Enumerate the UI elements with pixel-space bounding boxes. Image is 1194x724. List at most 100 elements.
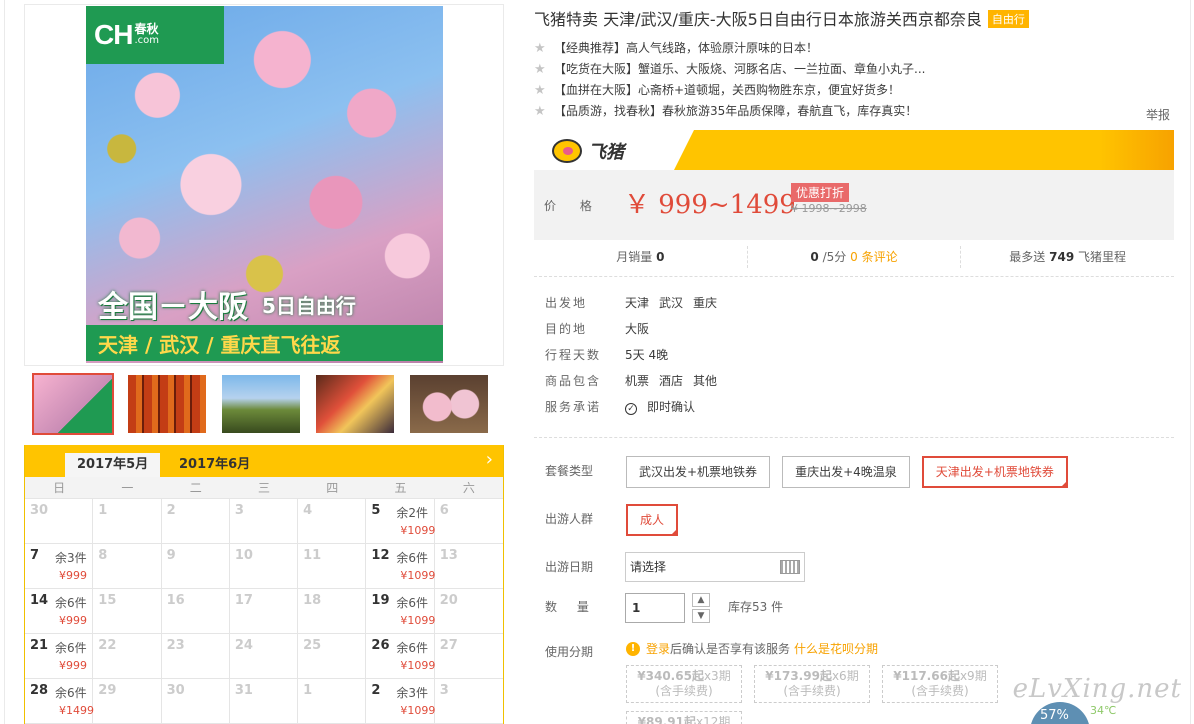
calendar-day: 30: [161, 679, 230, 724]
day-number: 22: [98, 638, 117, 653]
login-link[interactable]: 登录: [646, 640, 670, 657]
day-number: 16: [166, 593, 185, 608]
day-stock: 余6件: [396, 551, 429, 565]
weekday-row: 日一二三四五六: [25, 477, 503, 499]
day-price: ¥1099: [400, 524, 436, 537]
tab-may[interactable]: 2017年5月: [65, 453, 161, 477]
selling-point: ★ 【吃货在大阪】蟹道乐、大阪烧、河豚名店、一兰拉面、章鱼小丸子...: [534, 59, 925, 80]
calendar-day: 27: [434, 634, 503, 679]
thumbnail-2[interactable]: [126, 373, 208, 435]
banner-duration: 5日自由行: [262, 293, 356, 318]
rating: 0 /5分 0 条评论: [746, 246, 961, 268]
package-option-button[interactable]: 武汉出发+机票地铁券: [626, 456, 771, 488]
product-title: 飞猪特卖 天津/武汉/重庆-大阪5日自由行日本旅游关西京都奈良 自由行: [534, 6, 1029, 30]
package-option-button[interactable]: 重庆出发+4晚温泉: [782, 456, 910, 488]
day-number: 30: [166, 683, 185, 698]
miles: 最多送 749 飞猪里程: [960, 246, 1174, 268]
calendar-grid: 30 1 2 3 4 5 余2件 ¥1099 6 7 余3件 ¥999 8 9 10 11 12 余6件 ¥1099…: [25, 499, 503, 724]
price-box: 价 格 ￥ 999~1499 优惠打折 ¥ 1998~2998: [534, 170, 1174, 240]
day-number: 11: [303, 548, 322, 563]
installment-plan[interactable]: ¥117.66起x9期 (含手续费): [882, 665, 998, 703]
day-stock: 余3件: [396, 686, 429, 700]
main-product-image[interactable]: CH 春秋 .com 全国－大阪 5日自由行 天津 / 武汉 / 重庆直飞往返: [86, 6, 443, 363]
stock-count: 库存53 件: [728, 600, 784, 614]
installment-plan[interactable]: ¥173.99起x6期 (含手续费): [754, 665, 870, 703]
weekday-label: 四: [326, 481, 339, 495]
calendar-day[interactable]: 28 余6件 ¥1499: [25, 679, 94, 724]
info-value: 其他: [693, 374, 718, 388]
calendar-day[interactable]: 5 余2件 ¥1099: [366, 499, 436, 544]
info-row: 行程天数 5天 4晚: [545, 342, 727, 368]
day-number: 26: [371, 638, 390, 653]
chevron-right-icon[interactable]: ›: [486, 449, 493, 470]
day-number: 6: [439, 503, 449, 518]
date-label: 出游日期: [545, 560, 594, 574]
day-stock: 余6件: [55, 641, 87, 655]
selling-point: ★ 【品质游，找春秋】春秋旅游35年品质保障，春航直飞，库存真实！: [534, 101, 925, 122]
star-icon: ★: [534, 41, 546, 56]
tab-june[interactable]: 2017年6月: [167, 453, 262, 477]
calendar-day[interactable]: 2 余3件 ¥1099: [366, 679, 435, 724]
traveler-options: 成人: [626, 504, 679, 536]
day-stock: 余2件: [396, 506, 429, 520]
day-number: 9: [166, 548, 176, 563]
divider: [534, 437, 1174, 438]
traveler-adult-button[interactable]: 成人: [626, 504, 679, 536]
day-number: 15: [98, 593, 117, 608]
widget-temp: 34℃: [1090, 704, 1117, 717]
day-number: 1: [98, 503, 108, 518]
weekday-label: 日: [53, 481, 66, 495]
thumbnail-4[interactable]: [314, 373, 396, 435]
page-right-border: [1190, 0, 1191, 724]
quantity-input[interactable]: 1: [625, 593, 685, 623]
star-icon: ★: [534, 83, 546, 98]
quantity-label: 数 量: [545, 600, 597, 614]
info-value: 机票: [625, 374, 650, 388]
day-number: 3: [439, 683, 449, 698]
installment-plan[interactable]: ¥340.65起x3期 (含手续费): [626, 665, 742, 703]
decrement-button[interactable]: ▼: [692, 609, 710, 623]
info-value: 天津: [625, 296, 650, 310]
day-number: 27: [439, 638, 458, 653]
price-calendar: 2017年5月 2017年6月 › 日一二三四五六 30 1 2 3 4 5 余2件 ¥109…: [24, 445, 504, 724]
calendar-day: 3: [229, 499, 299, 544]
reviews-link[interactable]: 0 条评论: [850, 250, 897, 264]
day-number: 19: [371, 593, 390, 608]
traveler-label: 出游人群: [545, 512, 594, 526]
day-number: 21: [30, 638, 49, 653]
watermark: eLvXing.net: [1012, 674, 1182, 704]
huabei-link[interactable]: 什么是花呗分期: [794, 640, 878, 657]
calendar-day: 18: [298, 589, 367, 634]
info-row: 服务承诺 ✓ 即时确认: [545, 394, 727, 420]
calendar-day[interactable]: 21 余6件 ¥999: [25, 634, 94, 679]
thumbnail-5[interactable]: [408, 373, 490, 435]
calendar-day[interactable]: 14 余6件 ¥999: [25, 589, 94, 634]
package-options: 武汉出发+机票地铁券 重庆出发+4晚温泉 天津出发+机票地铁券: [626, 456, 1068, 488]
thumbnail-3[interactable]: [220, 373, 302, 435]
monthly-sales: 月销量 0: [616, 250, 665, 264]
day-number: 13: [439, 548, 458, 563]
calendar-day[interactable]: 12 余6件 ¥1099: [366, 544, 435, 589]
check-icon: ✓: [625, 403, 637, 415]
installment-plan-12[interactable]: ¥89.91起x12期: [626, 711, 742, 724]
calendar-day: 31: [229, 679, 299, 724]
package-label: 套餐类型: [545, 464, 594, 478]
calendar-day[interactable]: 19 余6件 ¥1099: [366, 589, 435, 634]
date-picker-input[interactable]: 请选择: [625, 552, 805, 582]
increment-button[interactable]: ▲: [692, 593, 710, 607]
calendar-day[interactable]: 7 余3件 ¥999: [25, 544, 94, 589]
calendar-day: 25: [298, 634, 367, 679]
report-link[interactable]: 举报: [1146, 106, 1170, 123]
calendar-day[interactable]: 26 余6件 ¥1099: [366, 634, 435, 679]
package-option-button[interactable]: 天津出发+机票地铁券: [921, 456, 1068, 488]
thumbnail-1[interactable]: [32, 373, 114, 435]
day-stock: 余6件: [396, 596, 429, 610]
calendar-day: 6: [434, 499, 503, 544]
weekday-label: 二: [189, 481, 202, 495]
thumbnail-strip: [32, 373, 490, 435]
day-number: 14: [30, 593, 49, 608]
warning-icon: !: [626, 641, 640, 656]
day-number: 7: [30, 548, 40, 563]
calendar-icon[interactable]: [780, 560, 800, 574]
calendar-day: 11: [298, 544, 367, 589]
